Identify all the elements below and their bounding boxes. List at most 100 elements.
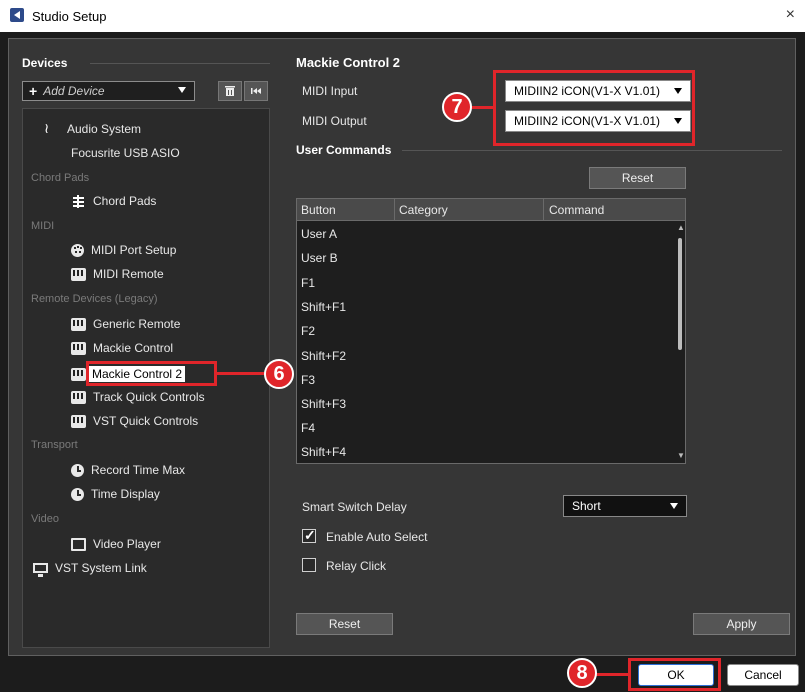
table-row[interactable]: Shift+F3 [301,397,346,411]
film-icon [71,537,86,551]
tree-item-audio-system[interactable]: Audio System [44,120,142,137]
category-remote-devices: Remote Devices (Legacy) [31,293,158,305]
waveform-icon [44,120,60,137]
devices-divider [90,63,270,64]
tree-label: Mackie Control [93,341,174,355]
highlight-box-ok [628,658,721,691]
table-row[interactable]: User A [301,227,337,241]
tree-item-vst-quick-controls[interactable]: VST Quick Controls [71,414,198,428]
tree-label: Generic Remote [93,317,181,331]
category-midi: MIDI [31,220,55,232]
tree-label: Record Time Max [91,463,186,477]
table-row[interactable]: F1 [301,276,315,290]
tree-item-mackie-control[interactable]: Mackie Control [71,341,173,355]
table-row[interactable]: Shift+F1 [301,300,346,314]
category-transport: Transport [31,439,78,451]
relay-click-label: Relay Click [326,559,387,573]
cancel-button[interactable]: Cancel [727,664,799,686]
tree-label: VST System Link [55,561,147,575]
scroll-thumb[interactable] [678,238,682,350]
midi-keyboard-icon [71,267,86,281]
user-commands-divider [402,150,782,151]
midi-port-icon [71,243,84,257]
column-command[interactable]: Command [549,203,604,217]
devices-heading: Devices [22,56,68,70]
table-row[interactable]: F3 [301,373,315,387]
chord-icon [71,194,86,208]
midi-output-label: MIDI Output [302,114,367,128]
window-title: Studio Setup [32,9,107,24]
scroll-down-icon[interactable]: ▼ [677,451,685,460]
tree-label: MIDI Remote [93,267,164,281]
chevron-down-icon [670,503,678,509]
reset-device-button[interactable] [244,81,268,101]
midi-keyboard-icon [71,414,86,428]
tree-label: Focusrite USB ASIO [71,146,180,160]
table-row[interactable]: F4 [301,421,315,435]
tree-label: MIDI Port Setup [91,243,177,257]
category-chord-pads: Chord Pads [31,172,90,184]
column-button[interactable]: Button [301,203,336,217]
callout-badge-7: 7 [442,92,472,122]
tree-label: Track Quick Controls [93,390,205,404]
tree-label: Chord Pads [93,194,157,208]
delete-device-button[interactable] [218,81,242,101]
callout-line-8 [596,673,629,676]
tree-label: Audio System [67,122,142,136]
user-commands-table: Button Category Command User A User B F1… [296,198,686,464]
tree-item-track-quick-controls[interactable]: Track Quick Controls [71,390,205,404]
cubase-app-icon [10,8,24,22]
tree-label: VST Quick Controls [93,414,199,428]
tree-label: Video Player [93,537,161,551]
table-header: Button Category Command [297,199,685,221]
tree-item-focusrite[interactable]: Focusrite USB ASIO [71,146,180,160]
highlight-box-midi-ports [493,70,695,146]
highlight-box-mackie-control-2 [86,361,217,386]
table-scrollbar[interactable]: ▲ ▼ [675,221,685,463]
reset-commands-button[interactable]: Reset [589,167,686,189]
callout-line-6 [217,372,265,375]
title-bar: Studio Setup × [0,0,805,32]
tree-item-midi-port-setup[interactable]: MIDI Port Setup [71,243,176,257]
column-separator [394,199,395,221]
column-separator [543,199,544,221]
tree-item-vst-system-link[interactable]: VST System Link [33,561,147,577]
category-video: Video [31,513,59,525]
tree-label: Time Display [91,487,160,501]
scroll-up-icon[interactable]: ▲ [677,223,685,232]
add-device-dropdown[interactable]: + Add Device [22,81,195,101]
table-row[interactable]: Shift+F2 [301,349,346,363]
callout-badge-8: 8 [567,658,597,688]
enable-auto-select-label: Enable Auto Select [326,530,428,544]
tree-item-midi-remote[interactable]: MIDI Remote [71,267,164,281]
table-row[interactable]: User B [301,251,338,265]
midi-keyboard-icon [71,390,86,404]
tree-item-time-display[interactable]: Time Display [71,487,160,501]
reset-button[interactable]: Reset [296,613,393,635]
midi-keyboard-icon [71,341,86,355]
enable-auto-select-checkbox[interactable] [302,527,316,544]
user-commands-heading: User Commands [296,143,392,157]
trash-icon [225,86,235,96]
tree-item-video-player[interactable]: Video Player [71,537,161,551]
clock-icon [71,463,84,477]
close-window-button[interactable]: × [786,6,795,24]
table-row[interactable]: Shift+F4 [301,445,346,459]
tree-item-generic-remote[interactable]: Generic Remote [71,317,180,331]
column-category[interactable]: Category [399,203,448,217]
rewind-icon [251,88,261,94]
smart-switch-delay-select[interactable]: Short [563,495,687,517]
monitor-icon [33,563,48,577]
tree-item-chord-pads[interactable]: Chord Pads [71,194,156,208]
midi-keyboard-icon [71,367,86,381]
smart-switch-delay-value: Short [572,499,601,513]
callout-line-7 [470,106,494,109]
relay-click-checkbox[interactable] [302,558,316,572]
table-row[interactable]: F2 [301,324,315,338]
chevron-down-icon [178,87,186,93]
apply-button[interactable]: Apply [693,613,790,635]
clock-icon [71,487,84,501]
smart-switch-delay-label: Smart Switch Delay [302,500,407,514]
midi-keyboard-icon [71,317,86,331]
tree-item-record-time-max[interactable]: Record Time Max [71,463,185,477]
